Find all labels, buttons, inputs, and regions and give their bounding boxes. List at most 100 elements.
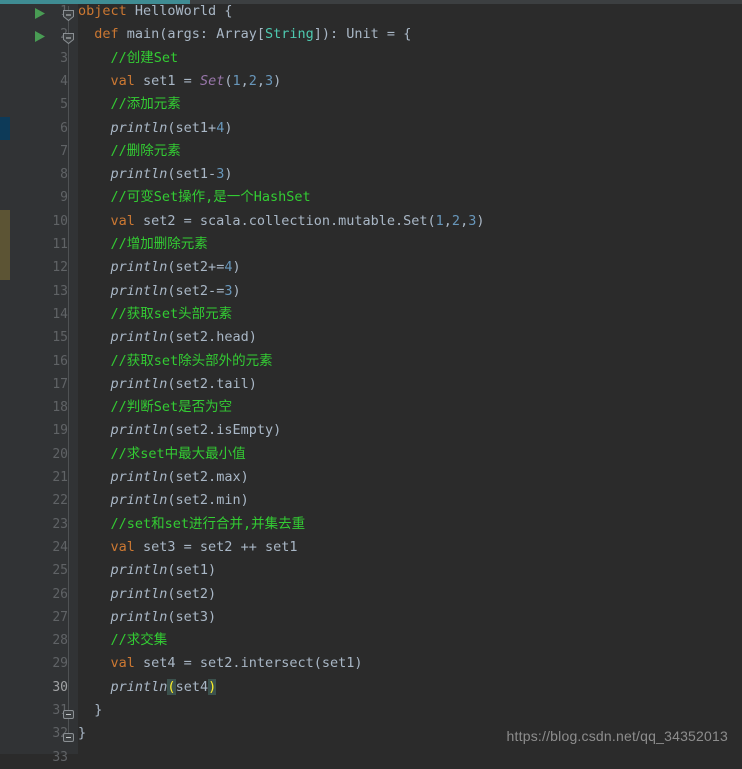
- vcs-marker[interactable]: [0, 209, 10, 280]
- code-token: //创建Set: [78, 49, 179, 66]
- code-token: //求set中最大最小值: [78, 445, 246, 462]
- code-line[interactable]: val set3 = set2 ++ set1: [78, 536, 742, 559]
- line-number: 17: [52, 376, 68, 392]
- vcs-marker-strip[interactable]: [0, 0, 10, 754]
- code-token: ): [476, 212, 485, 229]
- code-token: ,: [460, 212, 469, 229]
- code-line[interactable]: //判断Set是否为空: [78, 396, 742, 419]
- code-token: main: [126, 26, 160, 43]
- code-token: ): [224, 166, 233, 183]
- fold-marker-icon[interactable]: [63, 29, 74, 45]
- code-line[interactable]: println(set4): [78, 676, 742, 699]
- code-line[interactable]: val set4 = set2.intersect(set1): [78, 652, 742, 675]
- line-number: 24: [52, 539, 68, 555]
- fold-marker-icon[interactable]: [63, 705, 74, 719]
- code-token: println: [110, 282, 168, 299]
- code-token: //可变Set操作,是一个HashSet: [78, 189, 311, 206]
- code-token: }: [78, 702, 103, 718]
- line-number: 30: [52, 679, 68, 695]
- code-token: println: [110, 469, 168, 485]
- run-gutter-icon[interactable]: [34, 28, 46, 43]
- code-line[interactable]: //求交集: [78, 629, 742, 652]
- line-number: 7: [60, 143, 68, 159]
- code-token: //set和set进行合并,并集去重: [78, 515, 306, 532]
- line-number: 26: [52, 586, 68, 602]
- code-line[interactable]: println(set1+4): [78, 117, 742, 140]
- code-token: (set2+=: [167, 259, 225, 276]
- code-token: set4: [175, 678, 209, 695]
- line-number: 20: [52, 446, 68, 462]
- line-number: 9: [60, 190, 68, 206]
- code-token: set1 =: [143, 72, 200, 89]
- line-number: 16: [52, 353, 68, 369]
- vcs-marker[interactable]: [0, 116, 10, 140]
- code-token: println: [110, 375, 168, 392]
- line-number: 22: [52, 493, 68, 509]
- code-token: def: [94, 26, 127, 43]
- code-token: val: [110, 212, 144, 229]
- code-line[interactable]: println(set1-3): [78, 163, 742, 186]
- code-token: (set1): [167, 562, 217, 579]
- code-line[interactable]: println(set2-=3): [78, 280, 742, 303]
- code-line[interactable]: //增加删除元素: [78, 233, 742, 256]
- code-token: ): [273, 72, 282, 89]
- code-line[interactable]: //获取set除头部外的元素: [78, 350, 742, 373]
- code-token: set4 = set2.intersect(set1): [143, 655, 363, 672]
- line-number: 29: [52, 656, 68, 672]
- code-line[interactable]: }: [78, 699, 742, 722]
- line-number: 33: [52, 749, 68, 765]
- code-line[interactable]: println(set3): [78, 606, 742, 629]
- code-token: (set2.head): [167, 329, 257, 346]
- code-token: ,: [240, 72, 249, 89]
- code-token: 2: [451, 212, 461, 229]
- code-line[interactable]: def main(args: Array[String]): Unit = {: [78, 23, 742, 46]
- line-number: 14: [52, 306, 68, 322]
- code-line[interactable]: println(set2.tail): [78, 373, 742, 396]
- code-token: ): [232, 282, 241, 299]
- code-line[interactable]: //求set中最大最小值: [78, 443, 742, 466]
- code-line[interactable]: println(set1): [78, 559, 742, 582]
- code-token: object: [78, 3, 135, 19]
- code-token: //增加删除元素: [78, 236, 208, 252]
- code-line[interactable]: //添加元素: [78, 93, 742, 116]
- line-number: 11: [52, 237, 68, 252]
- code-token: (set1-: [167, 166, 217, 183]
- code-token: (set2): [167, 585, 217, 602]
- code-line[interactable]: println(set2.max): [78, 466, 742, 489]
- code-token: val: [110, 538, 144, 555]
- line-number: 18: [52, 400, 68, 416]
- code-line[interactable]: println(set2+=4): [78, 256, 742, 279]
- code-line[interactable]: println(set2.min): [78, 489, 742, 512]
- code-line[interactable]: println(set2.isEmpty): [78, 419, 742, 442]
- editor-window: 1 object HelloWorld {2 def main(args: Arr…: [0, 0, 742, 765]
- code-line[interactable]: val set2 = scala.collection.mutable.Set(…: [78, 210, 742, 233]
- code-token: //判断Set是否为空: [78, 399, 233, 416]
- code-line[interactable]: println(set2): [78, 583, 742, 606]
- code-token: 1: [435, 212, 444, 229]
- fold-marker-icon[interactable]: [63, 728, 74, 743]
- line-number: 31: [52, 703, 68, 718]
- fold-marker-icon[interactable]: [63, 6, 74, 22]
- code-line[interactable]: //获取set头部元素: [78, 303, 742, 326]
- line-number: 4: [60, 73, 68, 89]
- code-line[interactable]: //创建Set: [78, 47, 742, 70]
- code-line[interactable]: //删除元素: [78, 140, 742, 163]
- code-line[interactable]: //可变Set操作,是一个HashSet: [78, 186, 742, 209]
- code-token: (set2.isEmpty): [167, 422, 282, 439]
- line-number: 32: [52, 726, 68, 742]
- code-token: (args:: [159, 26, 217, 43]
- code-token: //删除元素: [78, 142, 181, 159]
- line-number: 19: [52, 423, 68, 439]
- code-line[interactable]: val set1 = Set(1,2,3): [78, 70, 742, 93]
- code-line[interactable]: //set和set进行合并,并集去重: [78, 513, 742, 536]
- code-token: ,: [443, 212, 452, 229]
- run-gutter-icon[interactable]: [34, 5, 46, 19]
- line-number: 15: [52, 330, 68, 346]
- code-token: 2: [248, 72, 257, 89]
- code-line[interactable]: println(set2.head): [78, 326, 742, 349]
- code-token: //添加元素: [78, 96, 181, 113]
